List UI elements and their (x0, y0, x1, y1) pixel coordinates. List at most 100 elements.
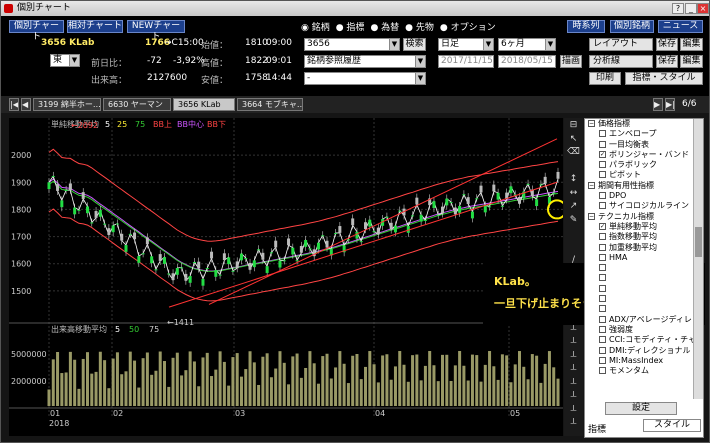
draw-tool-icon[interactable] (567, 228, 580, 240)
indicator-item[interactable]: 指数移動平均 (585, 232, 693, 242)
radio-4[interactable]: ● オプション (440, 23, 496, 33)
search-button[interactable]: 検索 (403, 38, 426, 51)
draw-tool-icon[interactable]: ⊟ (567, 120, 580, 132)
checkbox-icon[interactable]: ✓ (599, 150, 606, 158)
checkbox-icon[interactable] (599, 202, 606, 210)
new-chart-button[interactable]: NEWチャート (127, 20, 185, 42)
radio-3[interactable]: ● 先物 (405, 23, 434, 33)
draw-tool-icon[interactable] (567, 242, 580, 254)
vertical-scrollbar[interactable] (693, 119, 703, 399)
range-select[interactable]: 6ヶ月 ▼ (498, 38, 556, 51)
draw-tool-icon[interactable]: ⟂ (567, 377, 580, 389)
draw-tool-icon[interactable]: ⟂ (567, 363, 580, 375)
indicator-item[interactable]: ✓ 単純移動平均 (585, 222, 693, 232)
date-from-input[interactable]: 2017/11/15 (438, 55, 494, 68)
compare-chart-button[interactable]: 相対チャート (67, 20, 123, 33)
layout-select[interactable]: レイアウト (589, 38, 653, 51)
indicator-item[interactable]: MI:MassIndex (585, 356, 693, 366)
checkbox-icon[interactable] (599, 140, 606, 148)
next-icon[interactable]: ▶ (653, 98, 663, 111)
checkbox-icon[interactable] (599, 130, 606, 138)
draw-tool-icon[interactable]: ⟂ (567, 404, 580, 416)
indicator-item[interactable]: ピボット (585, 170, 693, 180)
draw-tool-icon[interactable]: ↔ (567, 188, 580, 200)
checkbox-icon[interactable] (599, 346, 606, 354)
scroll-thumb[interactable] (695, 227, 702, 257)
first-icon[interactable]: |◀ (9, 98, 19, 111)
draw-tool-icon[interactable]: ✎ (567, 215, 580, 227)
settings-button[interactable]: 設定 (605, 402, 677, 415)
indicator-item[interactable]: − 価格指標 (585, 119, 693, 129)
help-icon[interactable]: ? (672, 3, 684, 14)
indicator-item[interactable]: DMI:ディレクショナル (585, 346, 693, 356)
indicator-item[interactable] (585, 263, 693, 273)
indicator-item[interactable]: 強弱度 (585, 325, 693, 335)
indicator-style-button[interactable]: 指標・スタイル>> (625, 72, 703, 94)
indicator-item[interactable]: ✓ ボリンジャー・バンド (585, 150, 693, 160)
checkbox-icon[interactable] (599, 336, 606, 344)
checkbox-icon[interactable] (599, 305, 606, 313)
indicator-item[interactable]: DPO (585, 191, 693, 201)
style-tab[interactable]: スタイル (643, 419, 701, 432)
individual-chart-button[interactable]: 個別チャート (9, 20, 64, 42)
checkbox-icon[interactable] (599, 161, 606, 169)
radio-2[interactable]: ● 為替 (370, 23, 399, 33)
tab-3199[interactable]: 3199 綿半ホー… (33, 98, 101, 111)
indicator-item[interactable]: サイコロジカルライン (585, 201, 693, 211)
tab-3656[interactable]: 3656 KLab (173, 98, 235, 111)
checkbox-icon[interactable] (599, 325, 606, 333)
blank-select[interactable]: - ▼ (304, 72, 426, 85)
history-select[interactable]: 銘柄参照履歴 ▼ (304, 55, 426, 68)
minimize-icon[interactable]: _ (685, 3, 697, 14)
analysis-select[interactable]: 分析線 (589, 55, 653, 68)
date-to-input[interactable]: 2018/05/15 (498, 55, 556, 68)
collapse-icon[interactable]: − (588, 181, 595, 189)
draw-tool-icon[interactable]: ↕ (567, 174, 580, 186)
checkbox-icon[interactable] (599, 233, 606, 241)
draw-tool-icon[interactable]: ⟂ (567, 390, 580, 402)
close-icon[interactable]: × (697, 3, 709, 14)
draw-button[interactable]: 描画 (560, 55, 582, 68)
draw-tool-icon[interactable]: ⌫ (567, 147, 580, 159)
checkbox-icon[interactable] (599, 315, 606, 323)
checkbox-icon[interactable] (599, 367, 606, 375)
save-analysis-button[interactable]: 保存 (656, 55, 678, 68)
indicator-item[interactable]: CCI:コモディティ・チャ (585, 335, 693, 345)
radio-0[interactable]: ◉ 銘柄 (301, 23, 330, 33)
edit-layout-button[interactable]: 編集 (680, 38, 703, 51)
news-button[interactable]: ニュース (658, 20, 703, 33)
market-select[interactable]: 東 ▼ (50, 54, 80, 67)
symbol-input[interactable]: 3656 ▼ (304, 38, 400, 51)
draw-tool-icon[interactable]: ⟂ (567, 336, 580, 348)
checkbox-icon[interactable] (599, 171, 606, 179)
checkbox-icon[interactable]: ✓ (599, 222, 606, 230)
save-layout-button[interactable]: 保存 (656, 38, 678, 51)
indicator-item[interactable] (585, 294, 693, 304)
collapse-icon[interactable]: − (588, 212, 595, 220)
indicator-item[interactable]: HMA (585, 253, 693, 263)
indicator-item[interactable]: エンベロープ (585, 129, 693, 139)
radio-1[interactable]: ● 指標 (336, 23, 365, 33)
indicator-item[interactable] (585, 284, 693, 294)
checkbox-icon[interactable] (599, 192, 606, 200)
collapse-icon[interactable]: − (588, 120, 595, 127)
timeseries-button[interactable]: 時系列 (567, 20, 605, 33)
checkbox-icon[interactable] (599, 295, 606, 303)
last-icon[interactable]: ▶| (665, 98, 675, 111)
draw-tool-icon[interactable]: ⟂ (567, 350, 580, 362)
chart-area[interactable]: 2000 1900 1800 1700 1600 1500 01 02 03 04 05 2018 単純… (9, 118, 567, 436)
draw-tool-icon[interactable]: ⟂ (567, 417, 580, 429)
indicator-item[interactable] (585, 304, 693, 314)
draw-tool-icon[interactable] (567, 161, 580, 173)
indicator-item[interactable]: 一目均衡表 (585, 140, 693, 150)
checkbox-icon[interactable] (599, 274, 606, 282)
indicator-item[interactable]: パラボリック (585, 160, 693, 170)
draw-tool-icon[interactable]: ↖ (567, 134, 580, 146)
draw-tool-icon[interactable]: ↗ (567, 201, 580, 213)
asset-type-radios[interactable]: ◉ 銘柄 ● 指標 ● 為替 ● 先物 ● オプション (301, 20, 502, 33)
period-select[interactable]: 日足 ▼ (438, 38, 494, 51)
indicator-item[interactable]: ADX/アベレージディレ (585, 315, 693, 325)
tab-6630[interactable]: 6630 ヤーマン (103, 98, 171, 111)
checkbox-icon[interactable] (599, 253, 606, 261)
tab-3664[interactable]: 3664 モブキャ… (237, 98, 303, 111)
